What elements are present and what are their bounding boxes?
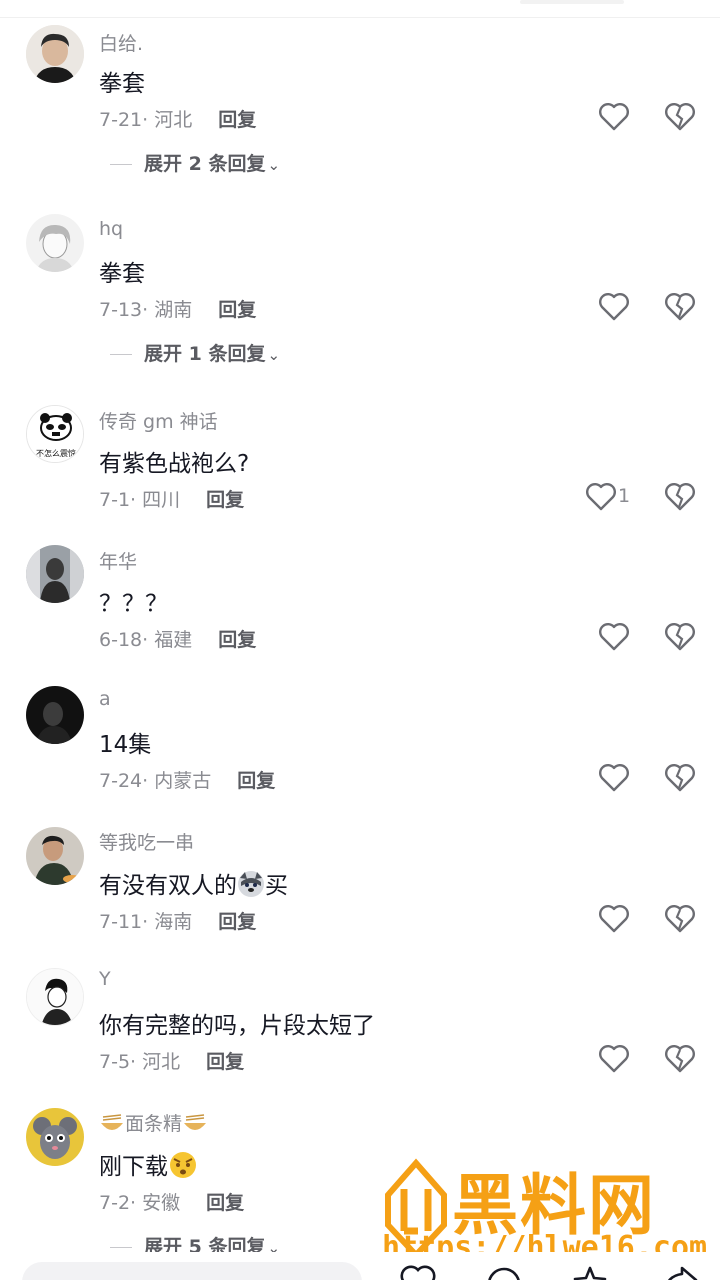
- comment-text-part: 买: [265, 873, 288, 899]
- comment-text: 有紫色战袍么?: [99, 451, 250, 477]
- avatar[interactable]: [26, 968, 84, 1026]
- heart-outline-icon[interactable]: [584, 480, 618, 514]
- expand-label: 展开 1 条回复: [144, 343, 266, 365]
- username[interactable]: 面条精: [99, 1109, 208, 1136]
- comment-meta: 7-2· 安徽 回复: [99, 1192, 245, 1214]
- expand-replies-button[interactable]: 展开 1 条回复 ⌄: [110, 339, 280, 366]
- comment-text: 拳套: [99, 261, 145, 287]
- heart-outline-icon[interactable]: [398, 1262, 438, 1280]
- reply-button[interactable]: 回复: [206, 1051, 244, 1073]
- comment-date: 7-5: [99, 1051, 131, 1073]
- comment-date: 7-1: [99, 489, 131, 511]
- comment-region: 四川: [142, 489, 181, 511]
- avatar[interactable]: [26, 214, 84, 272]
- reply-button[interactable]: 回复: [237, 770, 275, 792]
- reply-button[interactable]: 回复: [206, 489, 244, 511]
- comment-region: 河北: [154, 109, 193, 131]
- avatar-badge-text: 不怎么震惊: [36, 448, 76, 458]
- comment-meta: 7-24· 内蒙古 回复: [99, 770, 276, 792]
- username[interactable]: 年华: [99, 547, 137, 574]
- username[interactable]: Y: [99, 968, 111, 990]
- chevron-down-icon: ⌄: [267, 346, 281, 364]
- husky-emoji-icon: [238, 871, 264, 897]
- broken-heart-icon[interactable]: [663, 480, 697, 514]
- comment-region: 内蒙古: [154, 770, 212, 792]
- divider: [110, 354, 132, 355]
- comment-input[interactable]: [22, 1262, 362, 1280]
- top-bar: [0, 0, 720, 18]
- expand-replies-button[interactable]: 展开 2 条回复 ⌄: [110, 149, 280, 176]
- reply-button[interactable]: 回复: [218, 911, 256, 933]
- comment-meta: 7-21· 河北 回复: [99, 109, 257, 131]
- heart-outline-icon[interactable]: [597, 290, 631, 324]
- comment-text: 你有完整的吗，片段太短了: [99, 1013, 375, 1039]
- top-handle: [520, 0, 624, 4]
- comment-region: 湖南: [154, 299, 193, 321]
- expand-label: 展开 2 条回复: [144, 153, 266, 175]
- comment-meta: 7-5· 河北 回复: [99, 1051, 245, 1073]
- username[interactable]: 传奇 gm 神话: [99, 407, 218, 434]
- avatar[interactable]: 不怎么震惊: [26, 405, 84, 463]
- avatar[interactable]: [26, 686, 84, 744]
- heart-outline-icon[interactable]: [597, 100, 631, 134]
- username[interactable]: 等我吃一串: [99, 828, 194, 855]
- heart-outline-icon[interactable]: [597, 761, 631, 795]
- bottom-action-bar: [0, 1252, 720, 1280]
- comment-text-part: 有没有双人的: [99, 873, 237, 899]
- divider: [110, 164, 132, 165]
- divider: [110, 1247, 132, 1248]
- comment-text: 有没有双人的 买: [99, 866, 288, 900]
- broken-heart-icon[interactable]: [663, 100, 697, 134]
- comment-date: 7-11: [99, 911, 143, 933]
- comment-text-part: 刚下载: [99, 1154, 168, 1180]
- username[interactable]: 白给.: [99, 29, 143, 56]
- comment-region: 海南: [154, 911, 193, 933]
- avatar[interactable]: [26, 545, 84, 603]
- star-outline-icon[interactable]: [570, 1262, 610, 1280]
- noodle-bowl-icon: [101, 1114, 123, 1130]
- chevron-down-icon: ⌄: [267, 156, 281, 174]
- comment-text: 14集: [99, 732, 152, 758]
- comment-text: ？？？: [99, 591, 168, 617]
- broken-heart-icon[interactable]: [663, 902, 697, 936]
- avatar[interactable]: [26, 1108, 84, 1166]
- avatar[interactable]: [26, 827, 84, 885]
- heart-outline-icon[interactable]: [597, 620, 631, 654]
- comment-date: 7-24: [99, 770, 143, 792]
- heart-outline-icon[interactable]: [597, 902, 631, 936]
- heart-outline-icon[interactable]: [597, 1042, 631, 1076]
- comment-meta: 7-11· 海南 回复: [99, 911, 257, 933]
- comment-date: 7-13: [99, 299, 143, 321]
- comment-meta: 7-13· 湖南 回复: [99, 299, 257, 321]
- comment-meta: 7-1· 四川 回复: [99, 489, 245, 511]
- comment-meta: 6-18· 福建 回复: [99, 629, 257, 651]
- comment-region: 安徽: [142, 1192, 181, 1214]
- broken-heart-icon[interactable]: [663, 620, 697, 654]
- username-text: 面条精: [125, 1113, 183, 1135]
- reply-button[interactable]: 回复: [218, 109, 256, 131]
- comment-region: 河北: [142, 1051, 181, 1073]
- comment-date: 7-2: [99, 1192, 131, 1214]
- comment-text: 拳套: [99, 71, 145, 97]
- like-count: 1: [618, 485, 631, 507]
- reply-button[interactable]: 回复: [206, 1192, 244, 1214]
- broken-heart-icon[interactable]: [663, 1042, 697, 1076]
- avatar[interactable]: [26, 25, 84, 83]
- comment-date: 6-18: [99, 629, 143, 651]
- share-arrow-icon[interactable]: [660, 1262, 700, 1280]
- noodle-bowl-icon: [184, 1114, 207, 1130]
- username[interactable]: a: [99, 688, 111, 710]
- username[interactable]: hq: [99, 218, 123, 240]
- comment-date: 7-21: [99, 109, 143, 131]
- comment-bubble-icon[interactable]: [484, 1262, 524, 1280]
- comment-region: 福建: [154, 629, 193, 651]
- reply-button[interactable]: 回复: [218, 299, 256, 321]
- broken-heart-icon[interactable]: [663, 761, 697, 795]
- comment-text: 刚下载: [99, 1147, 198, 1181]
- broken-heart-icon[interactable]: [663, 290, 697, 324]
- reply-button[interactable]: 回复: [218, 629, 256, 651]
- shocked-face-emoji-icon: [170, 1152, 196, 1178]
